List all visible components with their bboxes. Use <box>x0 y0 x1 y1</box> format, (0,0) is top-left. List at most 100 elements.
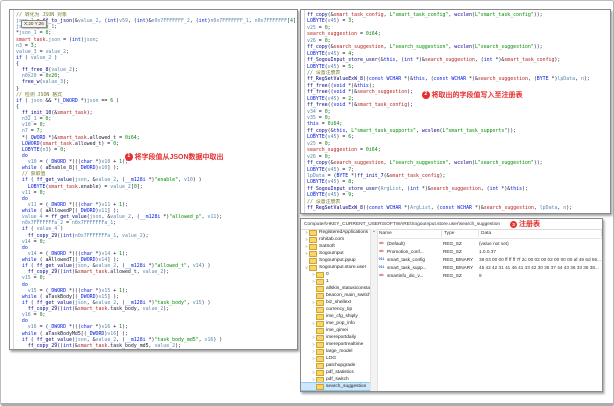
registry-value-row[interactable]: 011 smart_task_config REG_BINARY 38 03 00 0… <box>377 255 602 263</box>
folder-icon <box>316 306 324 313</box>
tree-item-sogouinput-ppup[interactable]: SogouInput.ppup <box>301 257 370 264</box>
tree-item-ime-qimei[interactable]: ime_qimei <box>301 327 370 334</box>
tree-item-pdf-switch[interactable]: > pdf_switch <box>301 376 370 383</box>
value-type: REG_SZ <box>443 248 462 254</box>
tree-item-label: ime_cfg_shiply <box>326 314 358 319</box>
value-type: REG_SZ <box>443 240 462 246</box>
value-data: 45 42 42 31 41 46 41 33 42 30 36 37 44 4… <box>479 264 599 270</box>
folder-icon <box>316 355 324 362</box>
code-gutter <box>13 10 14 349</box>
value-name: (Default) <box>387 240 405 246</box>
tree-item-patchupgrade[interactable]: patchupgrade <box>301 362 370 369</box>
folder-icon <box>316 369 324 376</box>
folder-icon <box>316 376 324 383</box>
folder-icon <box>316 271 324 278</box>
code-gutter <box>304 10 305 213</box>
tree-item-label: imereportrealtime <box>326 342 364 347</box>
annotation-1-label: 将字段值从JSON数据中取出 <box>134 154 224 161</box>
list-header[interactable]: Name Type Data <box>377 229 602 239</box>
figure-canvas: { "annotations": { "a1": {"num": "1", "t… <box>0 0 614 406</box>
tree-item-biz-shellext[interactable]: > biz_shellext <box>301 299 370 306</box>
tree-item-beacon-main-switch[interactable]: beacon_main_switch <box>301 292 370 299</box>
ida-pseudocode-panel-json-parse[interactable]: // 转化为 JSON 对象json_1 = ff_to_json(&value… <box>9 9 298 350</box>
annotation-3-label: 注册表 <box>519 221 541 228</box>
list-rows: ab (Default) REG_SZ (value not set) ab Promot… <box>377 239 602 279</box>
tree-item-label: beacon_main_switch <box>326 293 370 298</box>
tree-item-registeredapplications[interactable]: > RegisteredApplications <box>301 229 370 236</box>
tree-item-ime-pop-info[interactable]: > ime_pop_info <box>301 320 370 327</box>
regedit-value-list: Name Type Data ab (Default) REG_SZ (value n… <box>377 229 602 391</box>
tree-item-currency-tip[interactable]: currency_tip <box>301 306 370 313</box>
value-name: Promotion_conf... <box>387 248 424 254</box>
code-line: ff_RegSetValueExW_8((const WCHAR *)&this… <box>307 76 590 83</box>
folder-icon <box>316 341 324 348</box>
regedit-panel: Computer\HKEY_CURRENT_USER\SOFTWARE\Sogo… <box>300 218 603 392</box>
tree-item-label: SatSoft <box>319 244 335 249</box>
folder-icon <box>316 320 324 327</box>
folder-icon <box>309 236 317 243</box>
tree-item-log[interactable]: > LOG <box>301 355 370 362</box>
tree-item-label: ime_pop_info <box>326 321 355 326</box>
tree-item-0[interactable]: >0 <box>301 271 370 278</box>
tree-item-label: 1 <box>326 279 329 284</box>
value-data: 1.0.0.37 <box>479 248 496 254</box>
annotation-write-registry: 2 将取出的字段值写入至注册表 <box>422 90 523 100</box>
folder-icon <box>316 348 324 355</box>
folder-icon <box>316 362 324 369</box>
tree-item-label: pdf_statistics <box>326 370 354 375</box>
circled-1-icon: 1 <box>125 153 133 161</box>
value-name: smart_task_supp... <box>387 264 427 270</box>
annotation-2-label: 将取出的字段值写入至注册表 <box>431 92 523 99</box>
registry-path: Computer\HKEY_CURRENT_USER\SOFTWARE\Sogo… <box>304 221 501 227</box>
value-data: 38 03 00 00 ff ff ff 7f 2c 00 02 00 02 0… <box>479 256 601 262</box>
tree-item-search-suggestion[interactable]: search_suggestion <box>301 382 370 391</box>
tree-item-label: LOG <box>326 356 337 361</box>
registry-value-row[interactable]: ab Promotion_conf... REG_SZ 1.0.0.37 <box>377 247 602 255</box>
tree-item-imereportdaily[interactable]: > imereportdaily <box>301 334 370 341</box>
tree-item-label: currency_tip <box>326 307 353 312</box>
tree-item-label: RegisteredApplications <box>319 230 369 235</box>
folder-icon <box>316 285 324 292</box>
value-data: (value not set) <box>479 240 509 246</box>
tree-item-large-model[interactable]: > large_model <box>301 348 370 355</box>
column-header-data[interactable]: Data <box>479 230 602 237</box>
tree-item-1[interactable]: >1 <box>301 278 370 285</box>
registry-value-row[interactable]: 011 smart_task_supp... REG_BINARY 45 42 42 … <box>377 263 602 271</box>
folder-icon <box>316 383 324 390</box>
tree-item-label: allskin_statusiconstatic <box>326 286 370 291</box>
tree-item-pdf-statistics[interactable]: > pdf_statistics <box>301 369 370 376</box>
code-lines-left: // 转化为 JSON 对象json_1 = ff_to_json(&value… <box>16 12 297 349</box>
value-type: REG_SZ <box>443 272 462 278</box>
folder-icon <box>316 299 324 306</box>
value-name: smart_task_config <box>387 256 426 262</box>
tree-item-sogouinput-store-user[interactable]: v SogouInput.store.user <box>301 264 370 271</box>
folder-icon <box>316 334 324 341</box>
folder-icon <box>316 278 324 285</box>
tree-item-rohitab-com[interactable]: > rohitab.com <box>301 236 370 243</box>
reg-binary-icon: 011 <box>378 265 385 269</box>
tree-item-label: SogouInput.ppup <box>319 258 356 263</box>
code-line: json_1 = ff_to_json(&value_2, (int)v59, … <box>16 18 297 25</box>
folder-icon <box>309 264 317 271</box>
tree-item-imereportrealtime[interactable]: > imereportrealtime <box>301 341 370 348</box>
tree-item-sogouinput[interactable]: > SogouInput <box>301 250 370 257</box>
tree-item-allskin-statusiconstatic[interactable]: allskin_statusiconstatic <box>301 285 370 292</box>
tree-item-ime-cfg-shiply[interactable]: ime_cfg_shiply <box>301 313 370 320</box>
tree-item-label: rohitab.com <box>319 237 345 242</box>
tree-item-satsoft[interactable]: > SatSoft <box>301 243 370 250</box>
reg-sz-icon: ab <box>379 241 384 245</box>
folder-icon <box>309 257 317 264</box>
tree-item-label: 0 <box>326 272 329 277</box>
registry-value-row[interactable]: ab smartinfo_dic_v... REG_SZ 9 <box>377 271 602 279</box>
circled-2-icon: 2 <box>422 91 430 99</box>
registry-value-row[interactable]: ab (Default) REG_SZ (value not set) <box>377 239 602 247</box>
column-header-type[interactable]: Type <box>442 230 479 237</box>
folder-icon <box>309 250 317 257</box>
folder-icon <box>316 327 324 334</box>
column-header-name[interactable]: Name <box>377 230 442 237</box>
tree-item-label: large_model <box>326 349 353 354</box>
ida-pseudocode-panel-registry-write[interactable]: ff_copy(&smart_task_config, L"smart_task… <box>300 9 611 214</box>
scroll-up-icon[interactable]: ▲ <box>372 229 375 233</box>
tree-item-label: biz_shellext <box>326 300 352 305</box>
regedit-tree: > RegisteredApplications > rohitab.com > SatS… <box>301 229 370 391</box>
